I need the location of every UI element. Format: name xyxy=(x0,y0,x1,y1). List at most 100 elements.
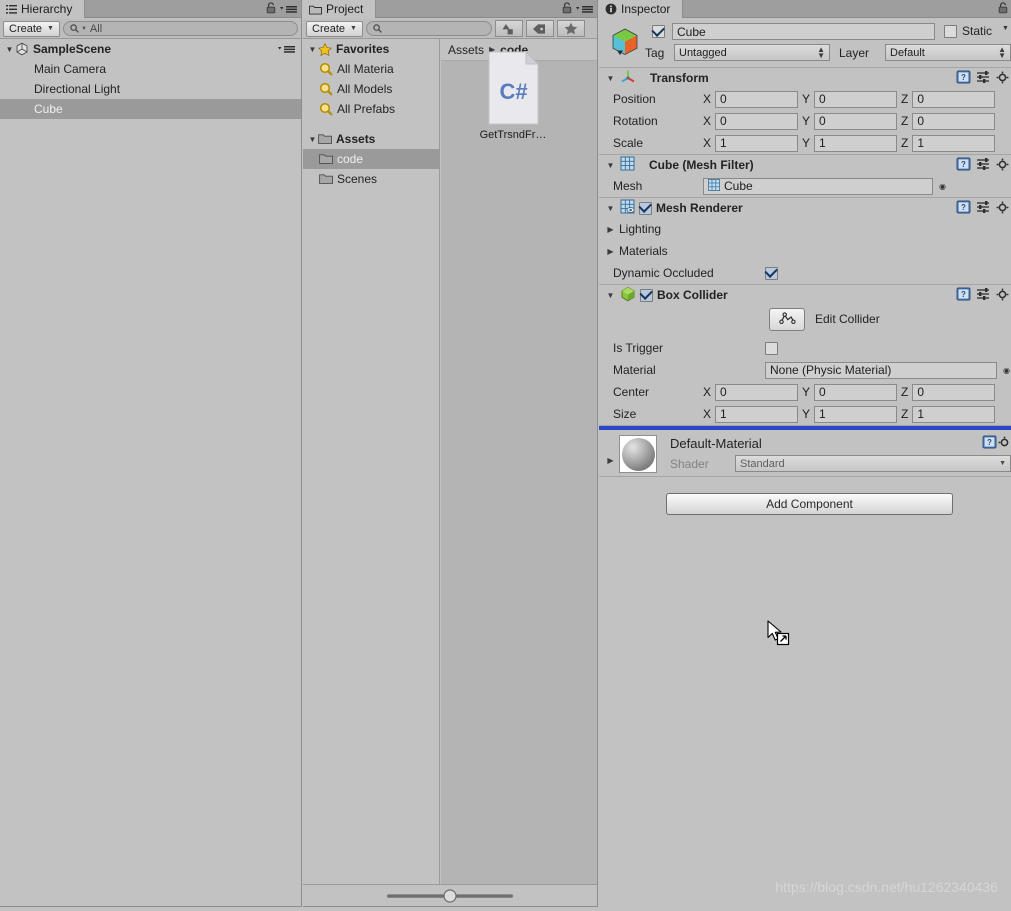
panel-menu-icon[interactable] xyxy=(280,3,298,17)
hierarchy-scene-name: SampleScene xyxy=(33,42,112,56)
static-dropdown-caret-icon[interactable]: ▼ xyxy=(1002,25,1009,32)
component-mesh-renderer-header[interactable]: ▼ Mesh Renderer ? xyxy=(599,198,1011,218)
help-book-icon[interactable]: ? xyxy=(956,287,971,304)
position-x-input[interactable]: 0 xyxy=(715,90,799,108)
scale-x-input[interactable]: 1 xyxy=(715,134,799,152)
hierarchy-toolbar: Create ▼ ▼ All xyxy=(0,19,301,39)
panel-menu-icon[interactable] xyxy=(576,3,594,17)
folder-icon xyxy=(319,173,333,185)
component-transform-header[interactable]: ▼ Transform ? xyxy=(599,68,1011,88)
preset-icon[interactable] xyxy=(976,200,991,217)
asset-item-csharp-script[interactable]: C# GetTrsndFr… xyxy=(473,50,553,141)
rotation-z-input[interactable]: 0 xyxy=(912,112,996,130)
help-book-icon[interactable]: ? xyxy=(956,200,971,217)
mesh-renderer-lighting-foldout[interactable]: ▶ Lighting xyxy=(599,218,1011,240)
hierarchy-search-input[interactable]: ▼ All xyxy=(62,21,298,36)
type-filter-icon[interactable] xyxy=(494,20,523,37)
is-trigger-checkbox[interactable] xyxy=(765,341,778,355)
chevron-down-icon[interactable]: ▼ xyxy=(605,161,616,170)
tab-inspector[interactable]: Inspector xyxy=(599,0,684,18)
chevron-down-icon[interactable]: ▼ xyxy=(605,204,616,213)
position-y-input[interactable]: 0 xyxy=(814,90,898,108)
help-book-icon[interactable]: ? xyxy=(956,70,971,87)
chevron-down-icon[interactable]: ▼ xyxy=(307,45,318,54)
updown-arrows-icon: ▲ ▼ xyxy=(817,44,825,60)
hierarchy-item-main-camera[interactable]: Main Camera xyxy=(0,59,301,79)
chevron-down-icon[interactable]: ▼ xyxy=(605,74,616,83)
project-search-input[interactable] xyxy=(365,21,492,36)
size-x-input[interactable]: 1 xyxy=(715,405,799,423)
chevron-right-icon[interactable]: ▶ xyxy=(605,456,616,465)
project-create-button[interactable]: Create ▼ xyxy=(306,20,363,37)
tag-dropdown[interactable]: Untagged ▲ ▼ xyxy=(674,44,830,61)
hierarchy-create-button[interactable]: Create ▼ xyxy=(3,20,60,37)
rotation-x-input[interactable]: 0 xyxy=(715,112,799,130)
help-book-icon[interactable]: ? xyxy=(956,157,971,174)
preset-icon[interactable] xyxy=(976,287,991,304)
shader-dropdown[interactable]: Standard ▼ xyxy=(735,455,1011,472)
materials-label: Materials xyxy=(619,244,668,258)
project-tree-favorites[interactable]: ▼ Favorites xyxy=(303,39,439,59)
scale-z-input[interactable]: 1 xyxy=(912,134,996,152)
hierarchy-item-cube[interactable]: Cube xyxy=(0,99,301,119)
chevron-down-icon[interactable]: ▼ xyxy=(605,291,616,300)
preset-icon[interactable] xyxy=(976,70,991,87)
physic-material-picker-icon[interactable]: ◉ xyxy=(1003,366,1010,375)
favorite-star-icon[interactable] xyxy=(556,20,585,37)
updown-arrows-icon: ▲ ▼ xyxy=(998,44,1006,60)
hierarchy-item-directional-light[interactable]: Directional Light xyxy=(0,79,301,99)
chevron-down-icon[interactable]: ▼ xyxy=(4,45,15,54)
project-tree-code[interactable]: code xyxy=(303,149,439,169)
mesh-renderer-enabled-checkbox[interactable] xyxy=(639,201,652,215)
mesh-object-field[interactable]: Cube xyxy=(703,177,933,195)
project-tree-assets[interactable]: ▼ Assets xyxy=(303,129,439,149)
chevron-right-icon[interactable]: ▶ xyxy=(605,225,616,234)
project-zoom-slider[interactable] xyxy=(303,884,597,906)
center-x-input[interactable]: 0 xyxy=(715,383,799,401)
size-y-input[interactable]: 1 xyxy=(814,405,898,423)
scale-y-input[interactable]: 1 xyxy=(814,134,898,152)
position-z-input[interactable]: 0 xyxy=(912,90,996,108)
tab-hierarchy[interactable]: Hierarchy xyxy=(0,0,86,18)
edit-collider-button[interactable] xyxy=(769,308,805,331)
size-z-input[interactable]: 1 xyxy=(912,405,996,423)
layer-dropdown[interactable]: Default ▲ ▼ xyxy=(885,44,1011,61)
settings-gear-icon[interactable] xyxy=(996,71,1009,87)
gameobject-enabled-checkbox[interactable] xyxy=(652,25,665,38)
padlock-icon[interactable] xyxy=(266,2,276,17)
center-y-input[interactable]: 0 xyxy=(814,383,898,401)
box-collider-material-row: Material None (Physic Material) ◉ xyxy=(599,359,1011,381)
add-component-button[interactable]: Add Component xyxy=(666,493,953,515)
rotation-y-input[interactable]: 0 xyxy=(814,112,898,130)
gameobject-name-input[interactable]: Cube xyxy=(672,23,935,40)
hierarchy-scene-row[interactable]: ▼ SampleScene xyxy=(0,39,301,59)
settings-gear-icon[interactable] xyxy=(996,158,1009,174)
center-z-input[interactable]: 0 xyxy=(912,383,996,401)
physic-material-object-field[interactable]: None (Physic Material) xyxy=(765,361,997,379)
mesh-picker-icon[interactable]: ◉ xyxy=(939,182,946,191)
project-tree-scenes[interactable]: Scenes xyxy=(303,169,439,189)
settings-gear-icon[interactable] xyxy=(996,201,1009,217)
dynamic-occluded-checkbox[interactable] xyxy=(765,266,778,280)
chevron-right-icon[interactable]: ▶ xyxy=(605,247,616,256)
settings-gear-icon[interactable] xyxy=(996,288,1009,304)
tab-project[interactable]: Project xyxy=(303,0,377,18)
add-component-area: Add Component xyxy=(599,477,1011,537)
component-box-collider-header[interactable]: ▼ Box Collider ? xyxy=(599,285,1011,305)
project-tree-all-models[interactable]: All Models xyxy=(303,79,439,99)
preset-icon[interactable] xyxy=(976,157,991,174)
label-filter-icon[interactable] xyxy=(525,20,554,37)
padlock-icon[interactable] xyxy=(998,2,1008,17)
material-settings-gear-icon[interactable] xyxy=(998,436,1011,452)
project-tree-all-materials[interactable]: All Materia xyxy=(303,59,439,79)
project-tree-all-prefabs[interactable]: All Prefabs xyxy=(303,99,439,119)
chevron-down-icon[interactable]: ▼ xyxy=(307,135,318,144)
static-checkbox[interactable] xyxy=(944,25,957,38)
material-help-book-icon[interactable]: ? xyxy=(982,435,997,452)
search-filter-caret-icon[interactable]: ▼ xyxy=(81,26,87,32)
padlock-icon[interactable] xyxy=(562,2,572,17)
mesh-renderer-materials-foldout[interactable]: ▶ Materials xyxy=(599,240,1011,262)
scene-context-menu-icon[interactable] xyxy=(278,43,296,57)
box-collider-enabled-checkbox[interactable] xyxy=(640,288,653,302)
component-mesh-filter-header[interactable]: ▼ Cube (Mesh Filter) ? xyxy=(599,155,1011,175)
